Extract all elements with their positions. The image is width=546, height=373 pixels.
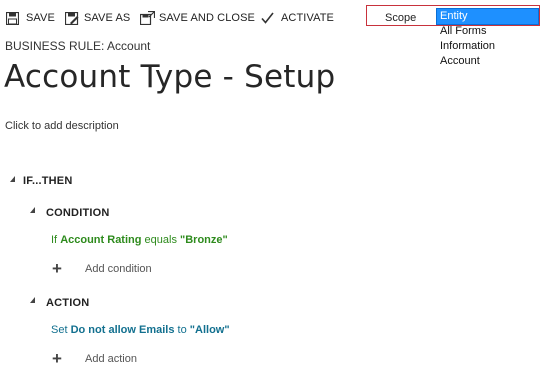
add-condition-label: Add condition	[85, 263, 152, 275]
save-label: SAVE	[26, 12, 55, 24]
scope-option-all-forms[interactable]: All Forms	[437, 24, 538, 39]
condition-rule[interactable]: If Account Rating equals "Bronze"	[51, 234, 228, 246]
collapse-icon[interactable]	[10, 176, 15, 182]
plus-icon: +	[52, 349, 62, 368]
description-field[interactable]: Click to add description	[5, 120, 119, 132]
condition-collapse-icon[interactable]	[30, 207, 35, 213]
page-title[interactable]: Account Type - Setup	[4, 59, 335, 95]
save-as-label: SAVE AS	[84, 12, 131, 24]
action-rule[interactable]: Set Do not allow Emails to "Allow"	[51, 324, 230, 336]
save-button[interactable]: SAVE	[6, 8, 55, 28]
condition-operator: equals	[144, 234, 177, 246]
condition-prefix: If	[51, 234, 58, 246]
action-heading: ACTION	[46, 297, 90, 309]
add-action-button[interactable]: + Add action	[52, 349, 137, 368]
save-as-icon	[65, 11, 79, 25]
save-and-close-icon	[140, 11, 155, 25]
action-field: Do not allow Emails	[70, 324, 175, 336]
save-icon	[6, 11, 19, 25]
scope-label: Scope	[385, 12, 417, 24]
add-condition-button[interactable]: + Add condition	[52, 259, 152, 278]
condition-heading: CONDITION	[46, 207, 110, 219]
condition-value: "Bronze"	[180, 234, 228, 246]
scope-option-information[interactable]: Information	[437, 39, 538, 54]
checkmark-icon	[261, 12, 274, 24]
activate-button[interactable]: ACTIVATE	[261, 8, 334, 28]
action-value: "Allow"	[189, 324, 230, 336]
scope-dropdown-list[interactable]: Entity All Forms Information Account	[436, 8, 539, 69]
scope-option-entity[interactable]: Entity	[436, 8, 539, 25]
action-prefix: Set	[51, 324, 68, 336]
scope-option-account[interactable]: Account	[437, 54, 538, 69]
if-then-heading: IF...THEN	[23, 175, 73, 187]
breadcrumb: BUSINESS RULE: Account	[5, 39, 151, 53]
activate-label: ACTIVATE	[281, 12, 334, 24]
plus-icon: +	[52, 259, 62, 278]
action-collapse-icon[interactable]	[30, 297, 35, 303]
save-and-close-button[interactable]: SAVE AND CLOSE	[140, 8, 255, 28]
condition-field: Account Rating	[60, 234, 142, 246]
action-operator: to	[177, 324, 187, 336]
add-action-label: Add action	[85, 353, 137, 365]
save-as-button[interactable]: SAVE AS	[65, 8, 130, 28]
save-and-close-label: SAVE AND CLOSE	[159, 12, 255, 24]
